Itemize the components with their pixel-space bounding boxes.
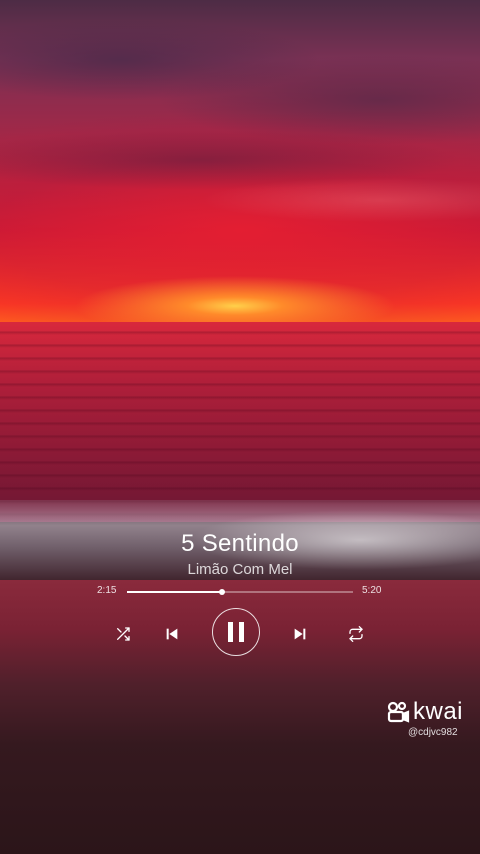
skip-next-icon bbox=[294, 628, 306, 640]
artist-name: Limão Com Mel bbox=[187, 561, 293, 578]
shuffle-icon bbox=[117, 627, 130, 641]
kwai-watermark: kwai bbox=[386, 698, 463, 726]
skip-previous-icon bbox=[166, 628, 178, 640]
repeat-button[interactable] bbox=[346, 624, 366, 644]
previous-button[interactable] bbox=[162, 624, 182, 644]
duration: 5:20 bbox=[362, 585, 382, 596]
repeat-icon bbox=[349, 626, 363, 642]
brand-name: kwai bbox=[413, 698, 464, 725]
song-title: 5 Sentindo bbox=[181, 530, 299, 557]
pause-icon bbox=[228, 622, 244, 642]
shuffle-button[interactable] bbox=[113, 624, 133, 644]
current-time: 2:15 bbox=[97, 585, 117, 596]
progress-knob[interactable] bbox=[218, 589, 225, 595]
kwai-logo-icon bbox=[387, 701, 410, 723]
next-button[interactable] bbox=[290, 624, 310, 644]
progress-fill bbox=[127, 591, 222, 593]
progress-bar[interactable] bbox=[127, 589, 353, 595]
user-handle: @cdjvc982 bbox=[408, 727, 458, 738]
pause-button[interactable] bbox=[212, 608, 260, 656]
